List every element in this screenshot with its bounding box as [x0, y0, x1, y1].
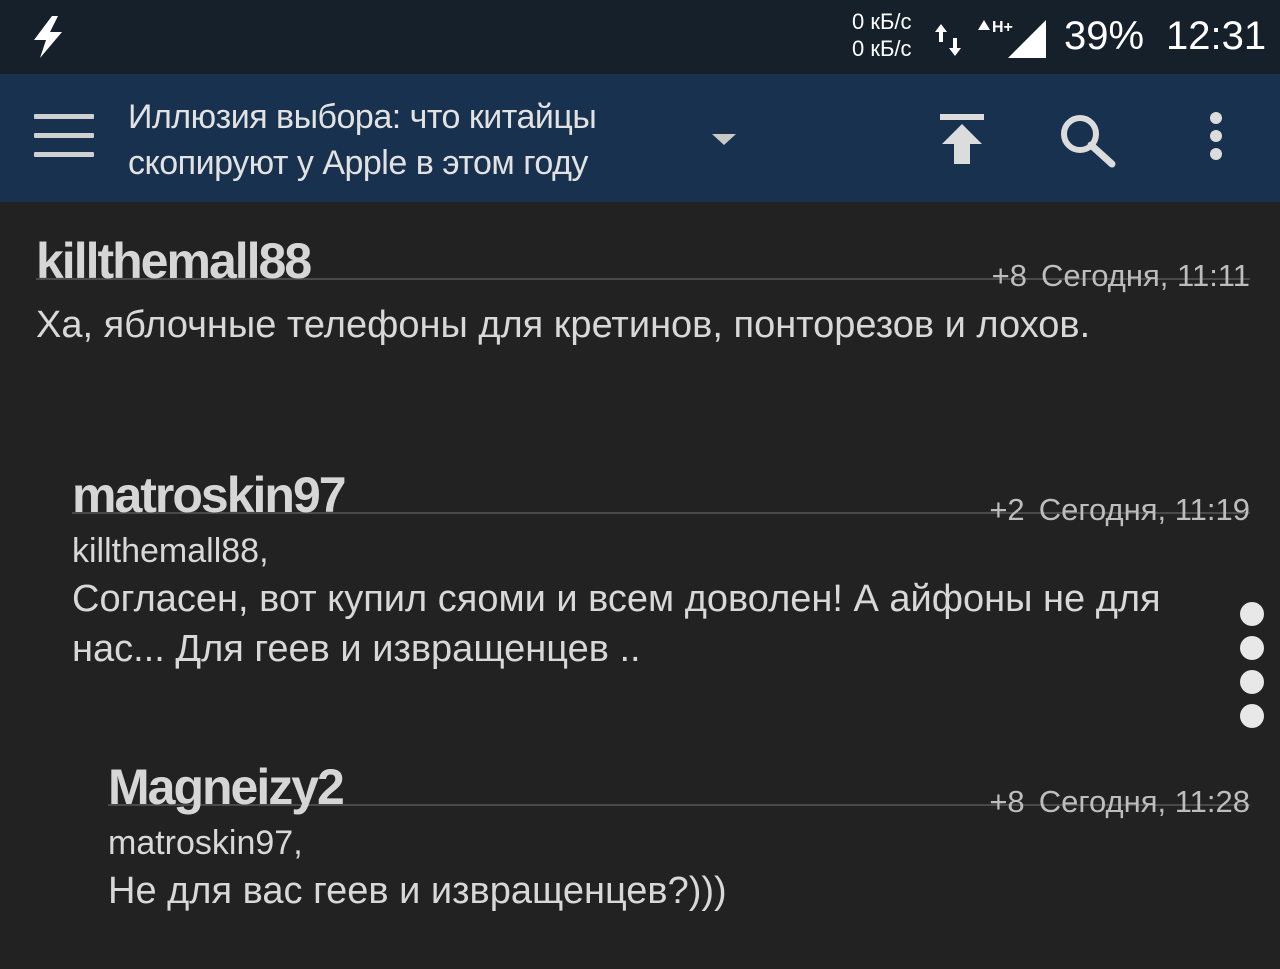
- comment-meta: +2 Сегодня, 11:19: [989, 492, 1250, 528]
- comment-header: killthemall88 +8 Сегодня, 11:11: [36, 216, 1250, 293]
- more-vertical-icon[interactable]: [1204, 112, 1228, 173]
- net-down-speed: 0 кБ/с: [852, 36, 912, 61]
- comment-reply-to[interactable]: matroskin97,: [108, 820, 1228, 866]
- comment-score: +8: [991, 258, 1027, 293]
- fast-scroll-handle[interactable]: [1240, 602, 1268, 738]
- comment-header: matroskin97 +2 Сегодня, 11:19: [72, 450, 1250, 527]
- comment[interactable]: killthemall88 +8 Сегодня, 11:11 Ха, яблоч…: [36, 216, 1250, 350]
- cell-signal-icon: H+: [976, 16, 1050, 65]
- comment-body: matroskin97, Не для вас геев и извращенц…: [108, 820, 1228, 916]
- network-type: H+: [992, 19, 1013, 36]
- comment-text: Ха, яблочные телефоны для кретинов, понт…: [36, 304, 1091, 346]
- app-toolbar: Иллюзия выбора: что китайцы скопируют у …: [0, 74, 1280, 202]
- comment-text: Не для вас геев и извращенцев?))): [108, 870, 727, 912]
- comment-author[interactable]: Magneizy2: [108, 758, 345, 816]
- status-bar: 0 кБ/с 0 кБ/с H+ 39% 12:31: [0, 0, 1280, 74]
- comment-date: Сегодня, 11:19: [1038, 492, 1250, 527]
- page-title-line1: Иллюзия выбора: что китайцы: [128, 98, 597, 136]
- comment-meta: +8 Сегодня, 11:28: [989, 784, 1250, 820]
- comment-header: Magneizy2 +8 Сегодня, 11:28: [108, 742, 1250, 819]
- dot-icon: [1240, 636, 1264, 660]
- battery-percent: 39%: [1064, 14, 1145, 58]
- page-title-line2: скопируют у Apple в этом году: [128, 144, 588, 182]
- search-icon[interactable]: [1058, 112, 1118, 173]
- comment-reply[interactable]: matroskin97 +2 Сегодня, 11:19 killthemall…: [72, 450, 1250, 674]
- comment-reply[interactable]: Magneizy2 +8 Сегодня, 11:28 matroskin97, …: [108, 742, 1250, 916]
- hamburger-menu-icon[interactable]: [34, 114, 94, 164]
- data-transfer-icon: [934, 22, 962, 63]
- comments-list: killthemall88 +8 Сегодня, 11:11 Ха, яблоч…: [0, 202, 1280, 969]
- comment-score: +2: [989, 492, 1025, 527]
- comment-meta: +8 Сегодня, 11:11: [992, 258, 1250, 294]
- dot-icon: [1240, 670, 1264, 694]
- clock: 12:31: [1166, 14, 1267, 58]
- comment-reply-to[interactable]: killthemall88,: [72, 528, 1232, 574]
- chevron-down-icon[interactable]: [710, 132, 738, 153]
- comment-author[interactable]: killthemall88: [36, 232, 312, 290]
- net-up-speed: 0 кБ/с: [852, 9, 912, 34]
- page-title[interactable]: Иллюзия выбора: что китайцы скопируют у …: [128, 94, 708, 186]
- comment-date: Сегодня, 11:11: [1040, 258, 1250, 293]
- comment-author[interactable]: matroskin97: [72, 466, 347, 524]
- comment-body: Ха, яблочные телефоны для кретинов, понт…: [36, 300, 1196, 350]
- scroll-to-top-icon[interactable]: [938, 112, 986, 171]
- comment-text: Согласен, вот купил сяоми и всем доволен…: [72, 578, 1161, 670]
- network-speed: 0 кБ/с 0 кБ/с: [852, 8, 912, 62]
- comment-score: +8: [989, 784, 1025, 819]
- dot-icon: [1240, 704, 1264, 728]
- comment-date: Сегодня, 11:28: [1038, 784, 1250, 819]
- comment-body: killthemall88, Согласен, вот купил сяоми…: [72, 528, 1232, 674]
- dot-icon: [1240, 602, 1264, 626]
- lightning-bolt-icon: [28, 14, 68, 65]
